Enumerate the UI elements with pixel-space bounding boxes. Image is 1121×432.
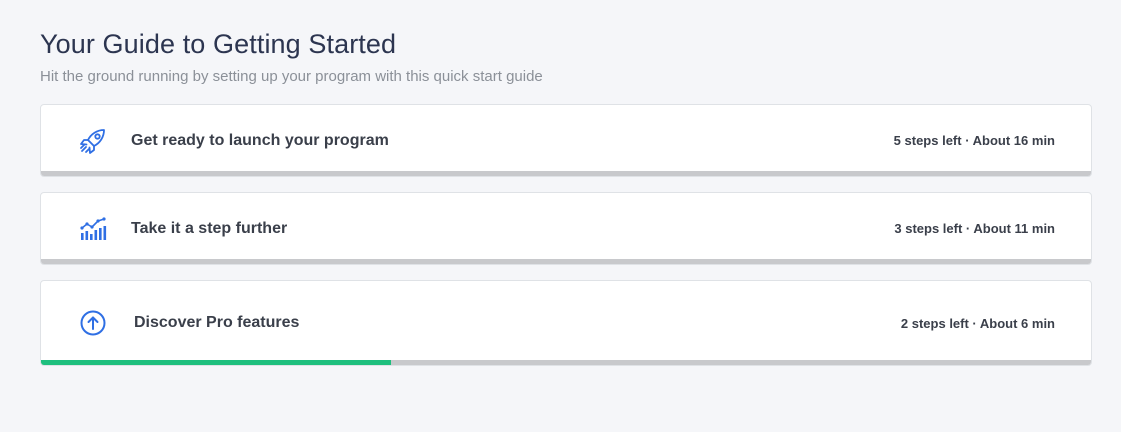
page-title: Your Guide to Getting Started bbox=[40, 29, 397, 59]
guide-card-launch[interactable]: Get ready to launch your program 5 steps… bbox=[40, 104, 1092, 177]
guide-card-pro-features[interactable]: Discover Pro features 2 steps left · Abo… bbox=[40, 280, 1092, 366]
guide-title: Get ready to launch your program bbox=[131, 131, 389, 149]
guide-meta: 5 steps left · About 16 min bbox=[893, 133, 1055, 148]
progress-bar bbox=[41, 171, 1091, 176]
progress-bar bbox=[41, 360, 1091, 365]
guide-title: Discover Pro features bbox=[134, 314, 300, 331]
guide-title: Take it a step further bbox=[131, 219, 288, 237]
page-subtitle: Hit the ground running by setting up you… bbox=[40, 68, 543, 85]
progress-bar bbox=[41, 259, 1091, 264]
getting-started-page: Your Guide to Getting Started Hit the gr… bbox=[0, 0, 1121, 432]
guide-meta: 3 steps left · About 11 min bbox=[894, 221, 1055, 236]
growth-chart-icon bbox=[77, 213, 109, 245]
guide-meta: 2 steps left · About 6 min bbox=[900, 315, 1055, 331]
rocket-icon bbox=[77, 125, 109, 157]
guide-list: Get ready to launch your program 5 steps… bbox=[40, 104, 1092, 366]
progress-fill bbox=[41, 360, 391, 365]
arrow-up-circle-icon bbox=[77, 307, 109, 339]
guide-card-step-further[interactable]: Take it a step further 3 steps left · Ab… bbox=[40, 192, 1092, 265]
